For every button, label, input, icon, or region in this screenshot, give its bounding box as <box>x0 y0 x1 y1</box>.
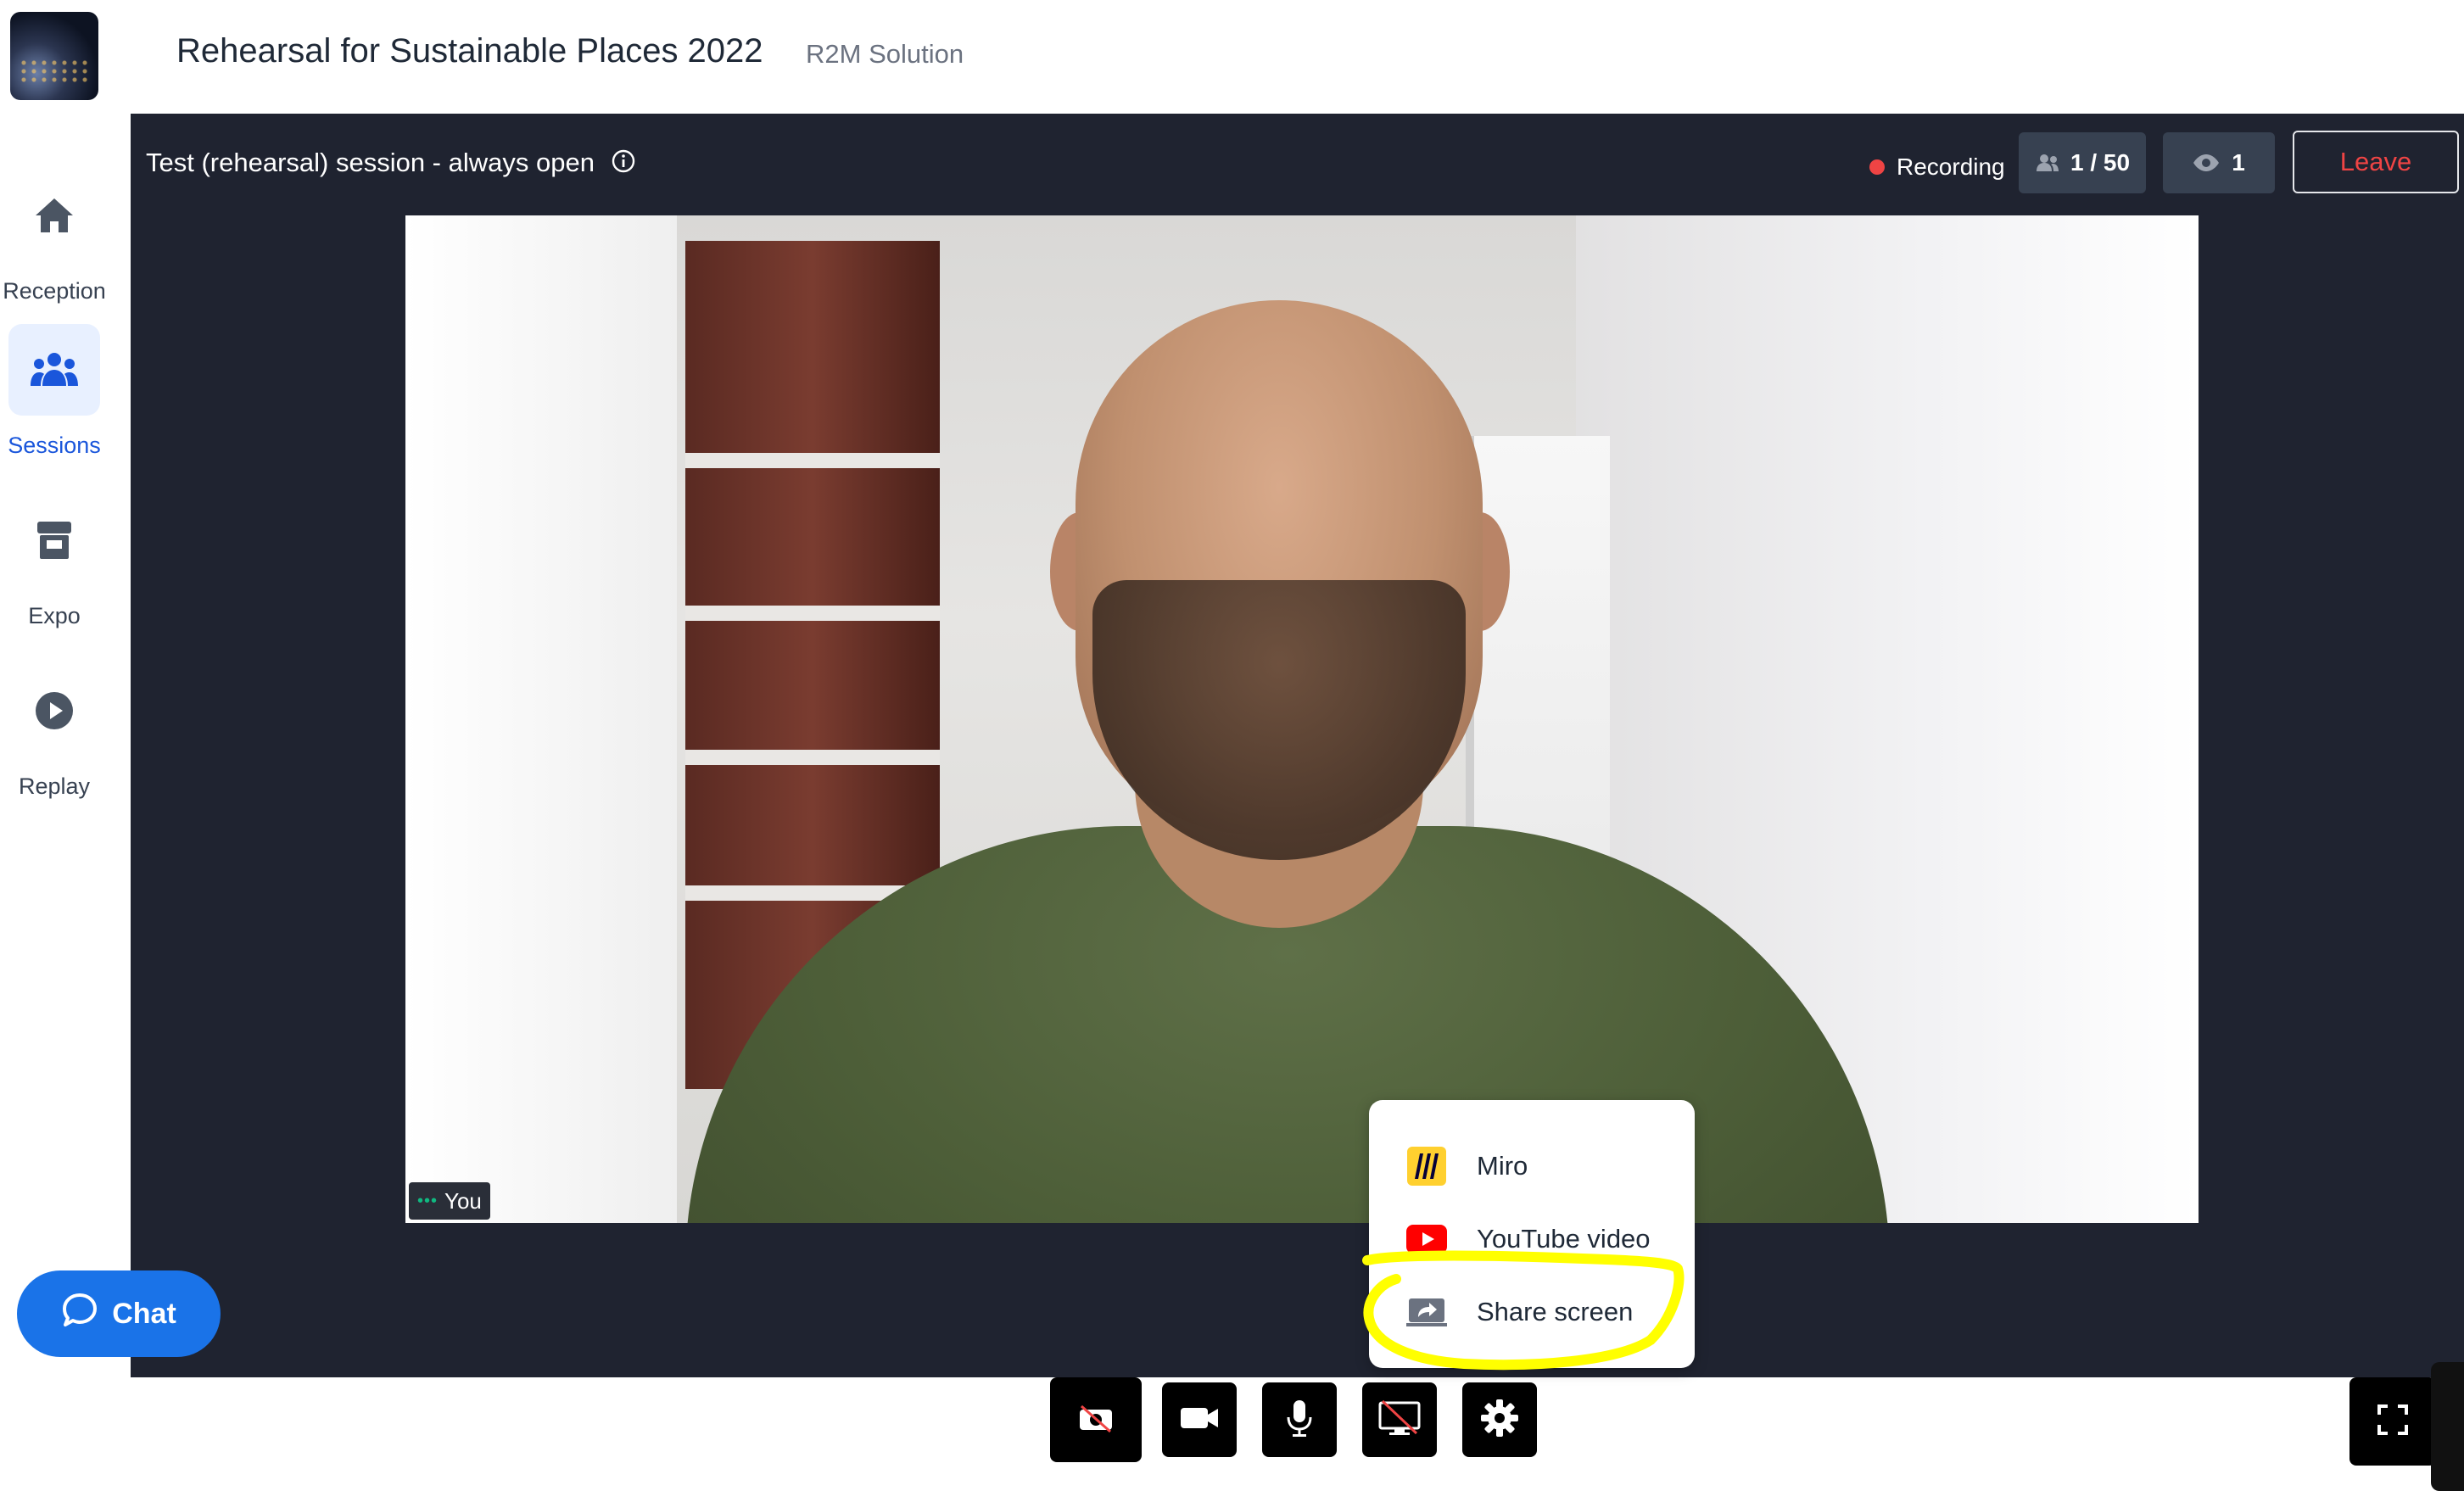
chat-bubble-icon <box>61 1292 98 1337</box>
viewers-count[interactable]: 1 <box>2163 132 2275 193</box>
video-toggle-button[interactable] <box>1162 1382 1237 1457</box>
fullscreen-icon <box>2376 1403 2410 1441</box>
video-feed[interactable]: ••• You <box>405 215 2199 1223</box>
settings-button[interactable] <box>1462 1382 1537 1457</box>
settings-gear-icon <box>1480 1399 1519 1442</box>
session-title-text: Test (rehearsal) session - always open <box>146 148 595 177</box>
people-icon <box>8 324 100 416</box>
sidebar-item-label: Reception <box>3 278 106 304</box>
screen-share-button[interactable] <box>1362 1382 1437 1457</box>
share-options-menu: Miro YouTube video Share screen <box>1369 1100 1695 1368</box>
sidebar-item-label: Sessions <box>8 433 101 458</box>
audio-activity-icon: ••• <box>417 1191 439 1210</box>
participants-value: 1 / 50 <box>2070 149 2131 176</box>
session-stage: Test (rehearsal) session - always open R… <box>131 114 2464 1491</box>
sidebar-item-sessions[interactable]: Sessions <box>0 324 109 468</box>
menu-item-label: YouTube video <box>1477 1224 1651 1254</box>
recording-dot-icon <box>1869 159 1885 175</box>
event-logo[interactable] <box>10 12 98 100</box>
home-icon <box>8 170 100 261</box>
sidebar-item-expo[interactable]: Expo <box>0 494 109 639</box>
booth-icon <box>8 494 100 586</box>
menu-item-label: Miro <box>1477 1151 1528 1181</box>
organization-name: R2M Solution <box>806 39 964 69</box>
participant-name-tag: ••• You <box>409 1182 490 1220</box>
eye-icon <box>2193 154 2220 171</box>
sidebar-item-label: Expo <box>28 603 81 628</box>
recording-label: Recording <box>1897 154 2005 180</box>
video-camera-icon <box>1179 1404 1220 1436</box>
chat-label: Chat <box>112 1297 176 1330</box>
youtube-icon <box>1406 1219 1447 1259</box>
menu-item-miro[interactable]: Miro <box>1369 1132 1695 1200</box>
sidebar: Reception Sessions Expo Replay <box>0 114 131 1452</box>
camera-off-button[interactable] <box>1050 1377 1142 1462</box>
leave-button[interactable]: Leave <box>2293 131 2459 193</box>
menu-item-label: Share screen <box>1477 1297 1634 1326</box>
side-panel-handle[interactable] <box>2431 1362 2464 1491</box>
miro-icon <box>1406 1146 1447 1187</box>
menu-item-share-screen[interactable]: Share screen <box>1369 1278 1695 1346</box>
microphone-icon <box>1285 1399 1314 1442</box>
participant-name: You <box>444 1187 482 1214</box>
screen-share-off-icon <box>1377 1399 1422 1441</box>
recording-indicator: Recording <box>1869 137 2005 197</box>
camera-off-icon <box>1076 1403 1115 1438</box>
share-screen-icon <box>1406 1292 1447 1332</box>
top-header: Rehearsal for Sustainable Places 2022 R2… <box>0 0 2464 114</box>
participants-icon <box>2036 154 2059 171</box>
play-circle-icon <box>8 665 100 757</box>
sidebar-item-label: Replay <box>18 773 91 799</box>
session-title: Test (rehearsal) session - always open <box>146 148 636 181</box>
sidebar-item-reception[interactable]: Reception <box>0 170 109 314</box>
viewers-value: 1 <box>2232 149 2245 176</box>
sidebar-item-replay[interactable]: Replay <box>0 665 109 809</box>
microphone-button[interactable] <box>1262 1382 1337 1457</box>
participants-count[interactable]: 1 / 50 <box>2019 132 2146 193</box>
chat-button[interactable]: Chat <box>17 1270 221 1357</box>
menu-item-youtube[interactable]: YouTube video <box>1369 1205 1695 1273</box>
fullscreen-button[interactable] <box>2349 1377 2436 1466</box>
info-icon[interactable] <box>611 148 636 181</box>
event-title: Rehearsal for Sustainable Places 2022 <box>176 32 763 70</box>
